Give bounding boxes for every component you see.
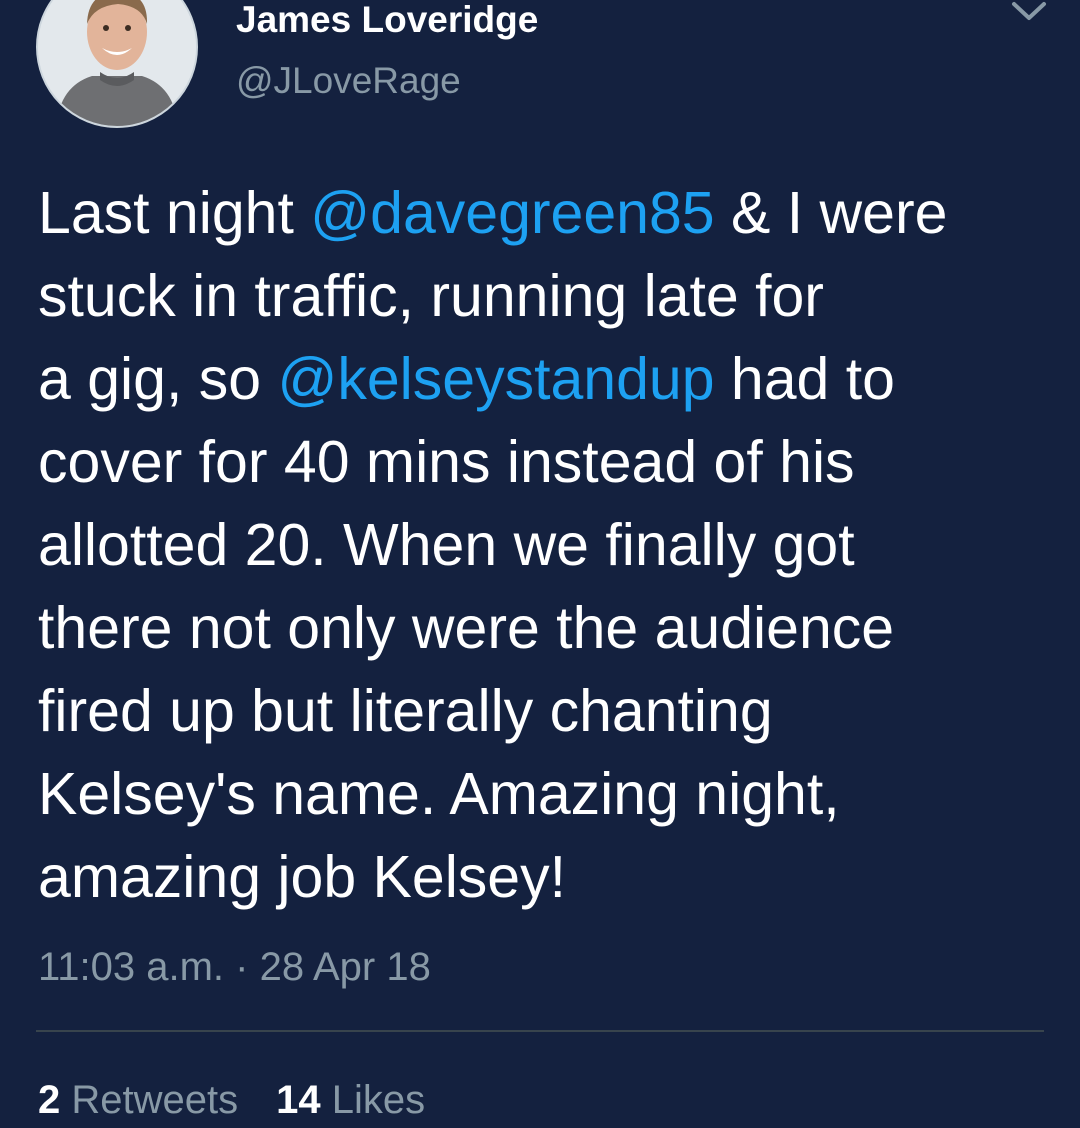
tweet-line: fired up but literally chanting xyxy=(38,670,1048,753)
tweet-line: cover for 40 mins instead of his xyxy=(38,421,1048,504)
profile-photo xyxy=(38,0,196,126)
tweet-line: stuck in traffic, running late for xyxy=(38,255,1048,338)
tweet-line: Last night @davegreen85 & I were xyxy=(38,172,1048,255)
tweet-line: a gig, so @kelseystandup had to xyxy=(38,338,1048,421)
author-handle[interactable]: @JLoveRage xyxy=(236,60,461,102)
retweets-count: 2 xyxy=(38,1078,61,1122)
tweet-text-segment: Kelsey's name. Amazing night, xyxy=(38,761,840,827)
tweet-line: Kelsey's name. Amazing night, xyxy=(38,753,1048,836)
retweets-label: Retweets xyxy=(71,1078,239,1122)
likes-count: 14 xyxy=(276,1078,321,1122)
mention-link[interactable]: @davegreen85 xyxy=(310,180,714,246)
tweet-text-segment: fired up but literally chanting xyxy=(38,678,773,744)
tweet-text-segment: had to xyxy=(714,346,895,412)
mention-link[interactable]: @kelseystandup xyxy=(277,346,714,412)
tweet-text-segment: there not only were the audience xyxy=(38,595,895,661)
avatar[interactable] xyxy=(36,0,198,128)
author-name[interactable]: James Loveridge xyxy=(236,0,538,40)
tweet-text-segment: a gig, so xyxy=(38,346,278,412)
tweet-text-segment: cover for 40 mins instead of his xyxy=(38,429,855,495)
chevron-down-icon[interactable] xyxy=(1006,0,1052,24)
tweet-text-segment: stuck in traffic, running late for xyxy=(38,263,824,329)
tweet-text: Last night @davegreen85 & I were stuck in… xyxy=(38,172,1048,919)
tweet-date: 28 Apr 18 xyxy=(259,945,431,989)
meta-separator: · xyxy=(224,945,260,989)
likes-label: Likes xyxy=(331,1078,426,1122)
tweet-text-segment: allotted 20. When we finally got xyxy=(38,512,855,578)
divider xyxy=(36,1030,1044,1032)
tweet-text-segment: Last night xyxy=(38,180,311,246)
tweet-timestamp[interactable]: 11:03 a.m. · 28 Apr 18 xyxy=(38,944,431,990)
likes-stat[interactable]: 14 Likes xyxy=(276,1078,425,1122)
tweet-line: there not only were the audience xyxy=(38,587,1048,670)
tweet-line: amazing job Kelsey! xyxy=(38,836,1048,919)
tweet-stats: 2 Retweets 14 Likes xyxy=(38,1076,425,1124)
tweet-text-segment: & I were xyxy=(714,180,948,246)
tweet-time: 11:03 a.m. xyxy=(38,945,225,989)
retweets-stat[interactable]: 2 Retweets xyxy=(38,1078,238,1122)
tweet-line: allotted 20. When we finally got xyxy=(38,504,1048,587)
tweet-text-segment: amazing job Kelsey! xyxy=(38,844,567,910)
